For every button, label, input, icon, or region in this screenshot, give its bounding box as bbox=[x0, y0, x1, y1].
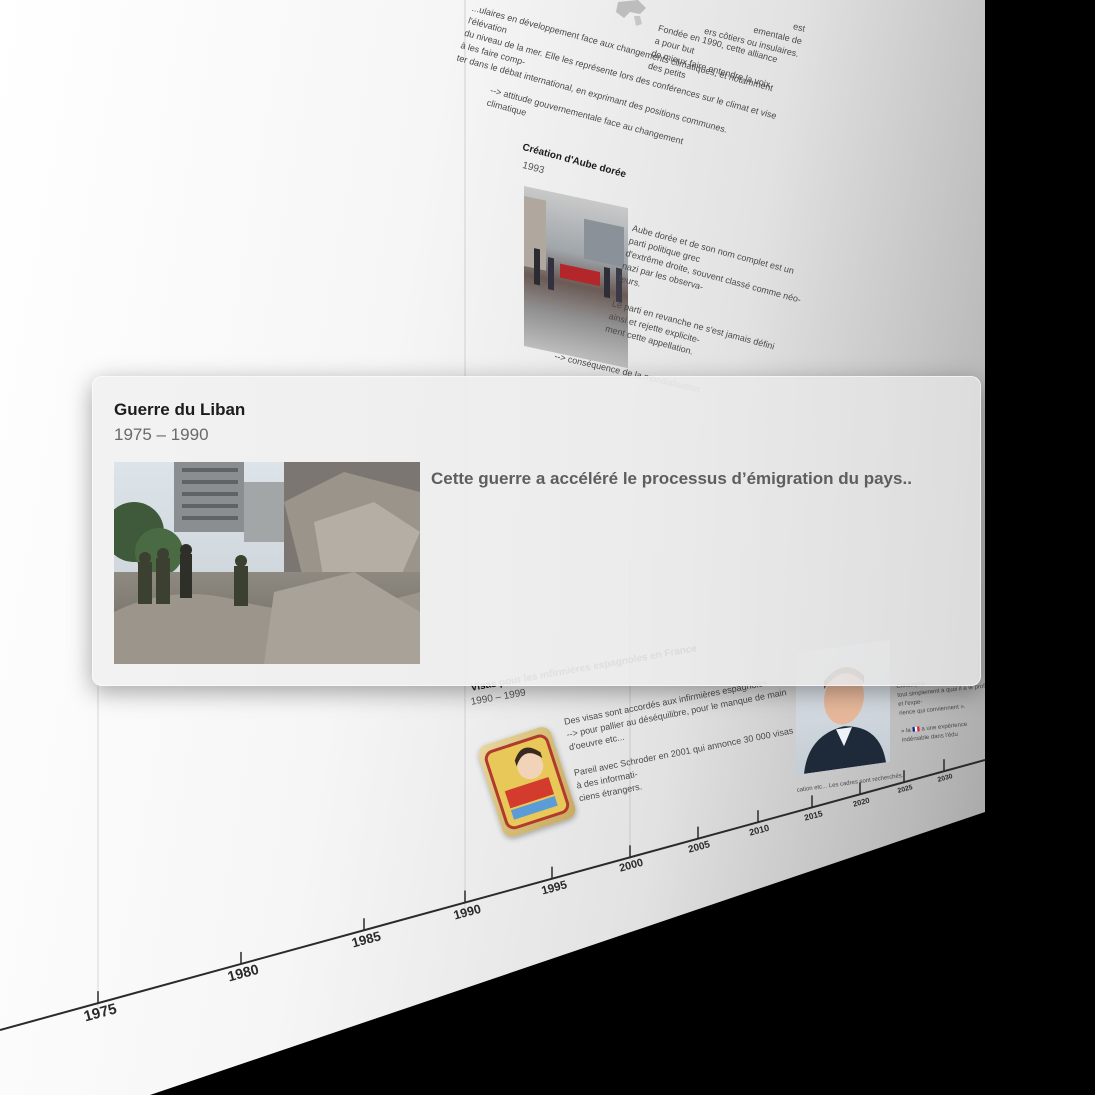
card-dates: 1975 – 1990 bbox=[114, 425, 209, 444]
world-map-icon bbox=[616, 0, 646, 26]
aube-doree-photo bbox=[524, 186, 628, 369]
card-description: Cette guerre a accéléré le processus d’é… bbox=[431, 469, 912, 488]
event-card[interactable]: Guerre du Liban 1975 – 1990 Cette guerre… bbox=[92, 376, 981, 686]
card-title: Guerre du Liban bbox=[114, 400, 246, 419]
card-photo bbox=[104, 462, 420, 664]
